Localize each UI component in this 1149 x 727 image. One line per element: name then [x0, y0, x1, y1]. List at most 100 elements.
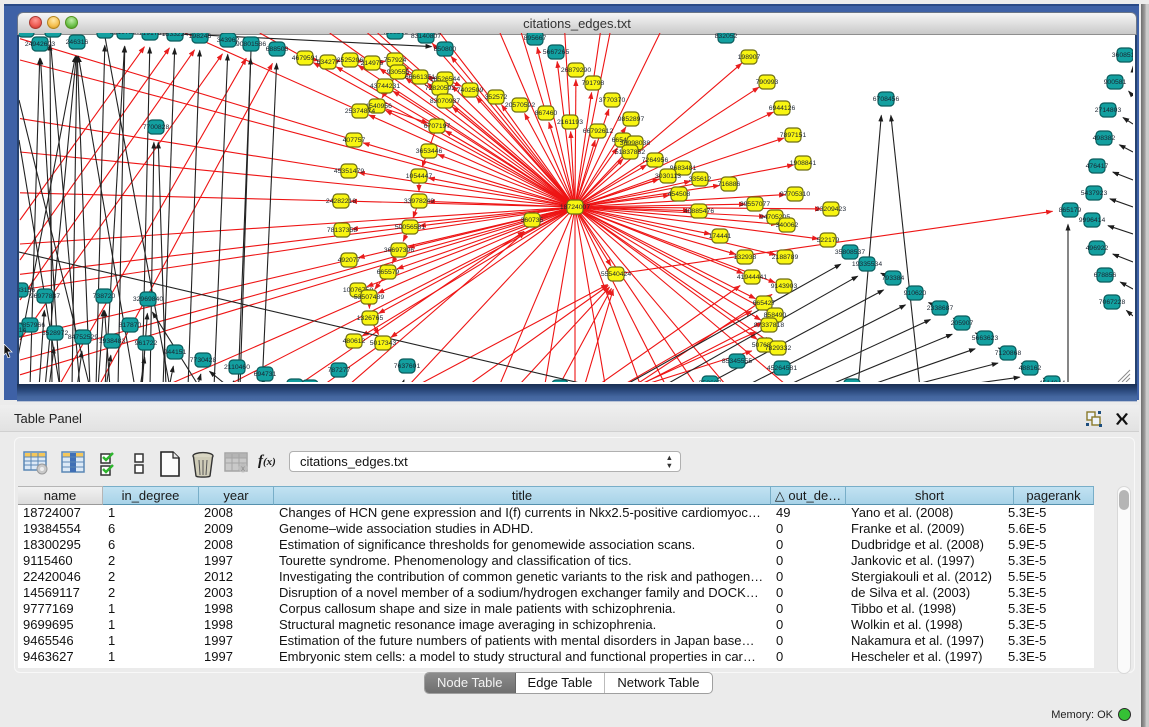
svg-text:665579: 665579	[377, 269, 400, 276]
svg-text:55540424: 55540424	[601, 271, 631, 278]
svg-text:832052: 832052	[715, 33, 738, 40]
svg-text:2188789: 2188789	[772, 254, 799, 261]
svg-text:43744231: 43744231	[370, 83, 400, 90]
svg-text:5437923: 5437923	[1081, 190, 1108, 197]
svg-text:793384: 793384	[882, 275, 905, 282]
svg-text:360735: 360735	[521, 217, 544, 224]
svg-text:584714: 584714	[19, 327, 27, 334]
svg-text:32969840: 32969840	[133, 296, 163, 303]
svg-text:867460: 867460	[535, 110, 558, 117]
svg-text:480612: 480612	[343, 338, 366, 345]
svg-text:5108603: 5108603	[40, 33, 67, 34]
svg-text:83140807: 83140807	[411, 33, 441, 40]
svg-text:84752529: 84752529	[68, 334, 98, 341]
svg-text:5663623: 5663623	[972, 335, 999, 342]
svg-text:7067228: 7067228	[1099, 299, 1126, 306]
svg-text:665427: 665427	[753, 300, 776, 307]
svg-text:90801586: 90801586	[236, 41, 266, 48]
svg-text:1326765: 1326765	[357, 315, 384, 322]
svg-text:26879290: 26879290	[561, 67, 591, 74]
svg-text:39557077: 39557077	[740, 201, 770, 208]
svg-text:498382: 498382	[1093, 135, 1116, 142]
svg-text:407757: 407757	[343, 137, 366, 144]
svg-text:9996414: 9996414	[1079, 217, 1106, 224]
svg-text:3030113: 3030113	[655, 173, 681, 180]
svg-text:25374874: 25374874	[345, 108, 375, 115]
svg-text:5528972: 5528972	[42, 330, 69, 337]
svg-text:87337818: 87337818	[754, 322, 784, 329]
svg-text:688508: 688508	[266, 46, 289, 53]
svg-text:1908841: 1908841	[790, 160, 817, 167]
svg-text:9143903: 9143903	[771, 283, 798, 290]
svg-text:454508: 454508	[668, 191, 691, 198]
svg-text:198246: 198246	[189, 33, 212, 40]
svg-text:716886: 716886	[718, 181, 741, 188]
svg-text:944151: 944151	[164, 349, 187, 356]
svg-text:335612: 335612	[689, 176, 712, 183]
svg-text:7402509: 7402509	[457, 87, 484, 94]
svg-text:6708456: 6708456	[873, 96, 900, 103]
svg-text:895667: 895667	[524, 35, 547, 42]
svg-text:36697396: 36697396	[384, 247, 414, 254]
svg-text:3653446: 3653446	[416, 148, 443, 155]
svg-text:678856: 678856	[1094, 272, 1117, 279]
svg-text:72820592: 72820592	[425, 85, 455, 92]
svg-text:352572: 352572	[485, 94, 508, 101]
svg-text:41944441: 41944441	[737, 274, 767, 281]
svg-text:877572: 877572	[19, 33, 38, 34]
svg-text:900581: 900581	[1104, 79, 1127, 86]
svg-text:7897151: 7897151	[780, 132, 807, 139]
svg-text:6707197: 6707197	[424, 123, 451, 130]
svg-text:2714803: 2714803	[1095, 107, 1122, 114]
svg-text:790993: 790993	[756, 79, 779, 86]
svg-text:719176: 719176	[139, 33, 162, 37]
svg-text:865179: 865179	[1059, 207, 1082, 214]
svg-text:488162: 488162	[1019, 365, 1042, 372]
svg-text:3608513: 3608513	[1112, 52, 1133, 59]
svg-text:53507489: 53507489	[354, 294, 384, 301]
svg-text:4698379: 4698379	[382, 33, 409, 36]
svg-text:23209423: 23209423	[816, 206, 846, 213]
svg-text:83197857: 83197857	[110, 33, 140, 36]
svg-text:4514944: 4514944	[1039, 380, 1066, 382]
svg-text:33978249: 33978249	[404, 198, 434, 205]
svg-text:2338687: 2338687	[927, 305, 954, 312]
svg-text:476417: 476417	[1086, 163, 1109, 170]
svg-text:66792612: 66792612	[583, 128, 613, 135]
svg-text:3770370: 3770370	[599, 97, 626, 104]
svg-text:757924: 757924	[384, 57, 407, 64]
svg-text:738720: 738720	[93, 293, 116, 300]
svg-text:340062: 340062	[776, 222, 799, 229]
svg-text:78137358: 78137358	[327, 227, 357, 234]
svg-text:2110460: 2110460	[224, 364, 250, 371]
svg-text:2161193: 2161193	[557, 119, 583, 126]
svg-text:961722: 961722	[135, 340, 158, 347]
svg-text:7264956: 7264956	[642, 157, 669, 164]
svg-text:817870: 817870	[119, 322, 142, 329]
svg-text:2525206: 2525206	[337, 57, 364, 64]
svg-text:45264581: 45264581	[767, 365, 797, 372]
svg-text:214975: 214975	[361, 60, 384, 67]
svg-text:787277: 787277	[328, 367, 351, 374]
svg-text:496922: 496922	[1086, 245, 1109, 252]
svg-text:791798: 791798	[582, 80, 605, 87]
svg-text:18724007: 18724007	[560, 204, 590, 211]
svg-text:40885476: 40885476	[684, 208, 714, 215]
svg-text:50056581: 50056581	[395, 224, 425, 231]
svg-text:51837852: 51837852	[615, 149, 645, 156]
svg-text:7637601: 7637601	[394, 363, 421, 370]
svg-text:97705310: 97705310	[780, 191, 810, 198]
svg-text:358607: 358607	[699, 380, 722, 382]
svg-text:198907: 198907	[738, 54, 761, 61]
svg-text:5667265: 5667265	[543, 49, 570, 56]
svg-text:24282218: 24282218	[326, 198, 356, 205]
svg-text:24942603: 24942603	[25, 41, 55, 48]
svg-text:19335534: 19335534	[852, 261, 882, 268]
svg-text:1054447: 1054447	[406, 173, 433, 180]
svg-text:6944126: 6944126	[769, 105, 796, 112]
svg-text:1533224: 1533224	[162, 33, 189, 38]
svg-text:20570592: 20570592	[505, 102, 535, 109]
svg-text:7730428: 7730428	[190, 357, 217, 364]
svg-text:694731: 694731	[254, 371, 277, 378]
svg-text:x: x	[241, 464, 245, 473]
